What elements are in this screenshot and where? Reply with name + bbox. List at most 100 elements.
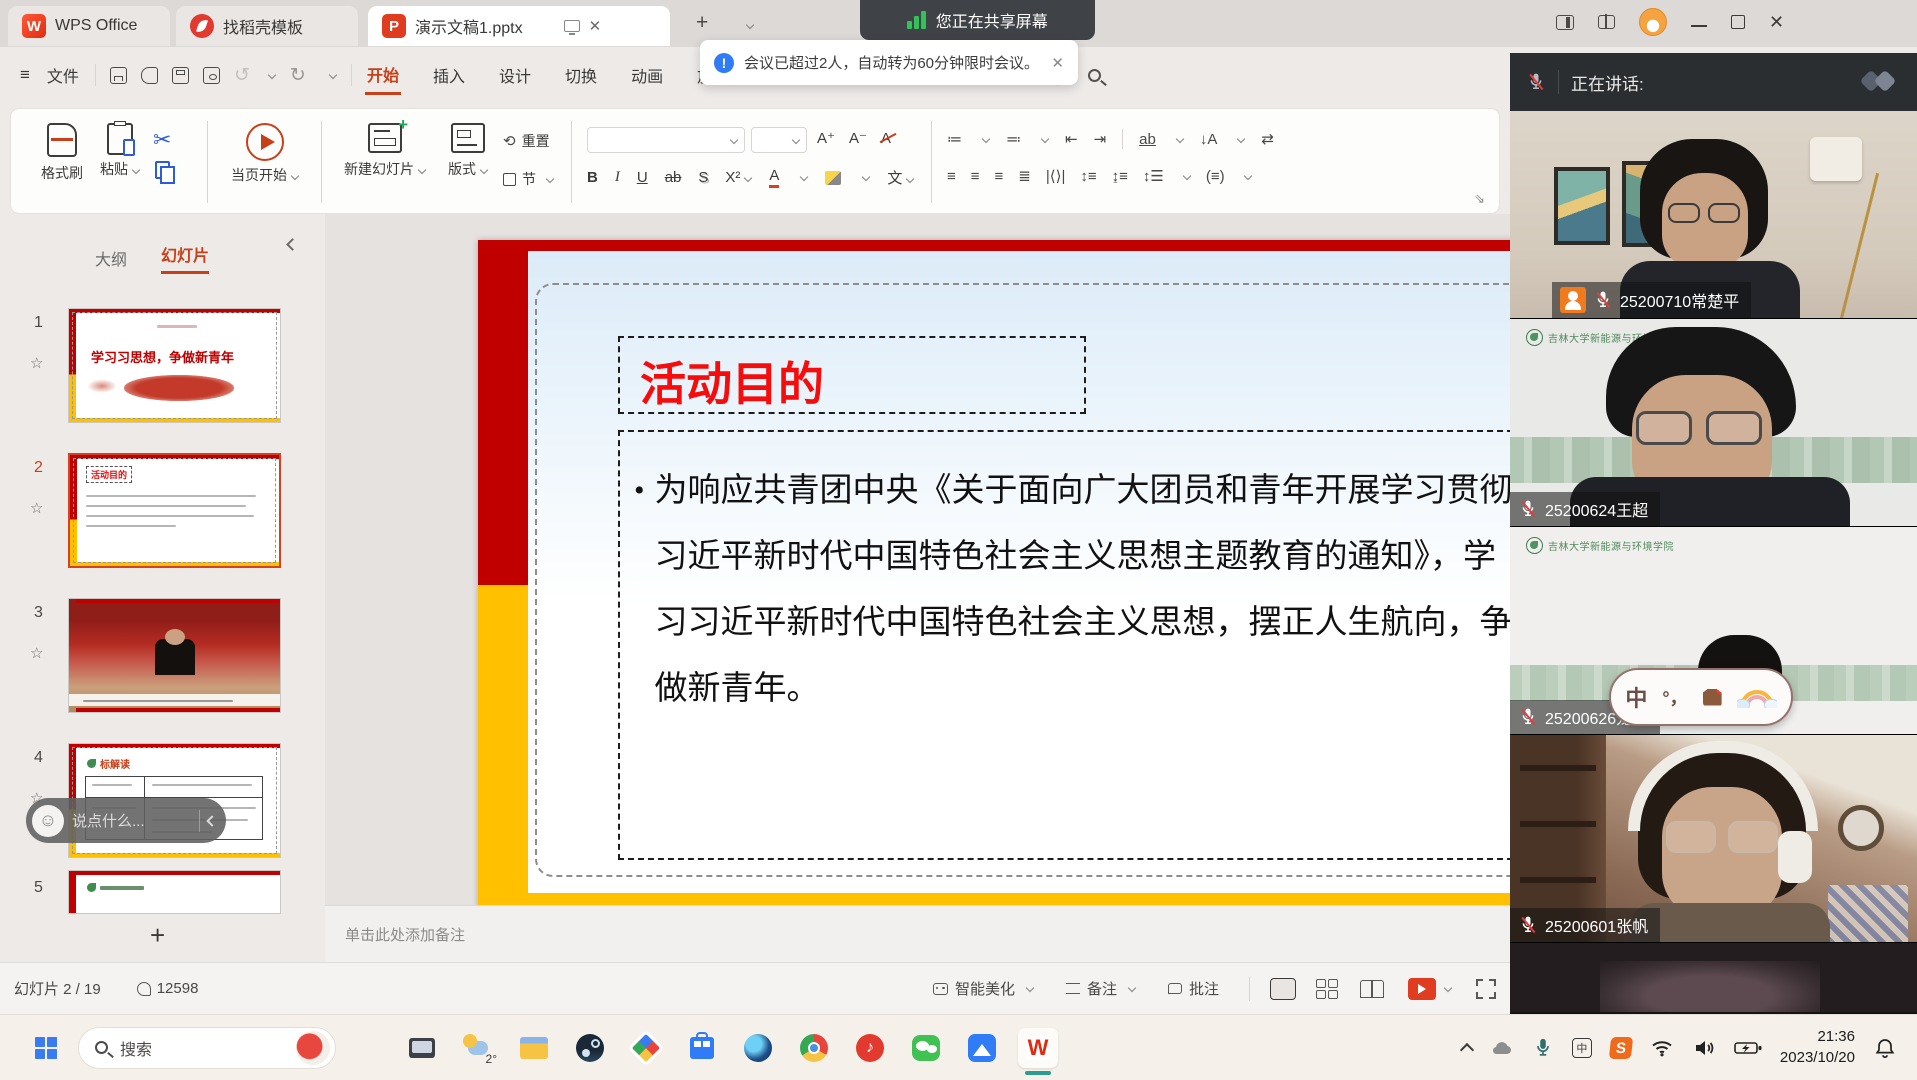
slide-thumbnail-2-selected[interactable]: 活动目的 (68, 453, 281, 568)
line-spacing-chevron-icon[interactable] (1184, 173, 1191, 180)
increase-indent-icon[interactable]: ⇥ (1094, 130, 1107, 148)
minimize-icon[interactable] (1691, 25, 1707, 27)
decrease-font-icon[interactable]: A⁻ (849, 129, 867, 147)
font-color-chevron-icon[interactable] (801, 174, 808, 181)
format-painter-button[interactable]: 格式刷 (39, 123, 85, 183)
video-tile-participant-5[interactable] (1510, 942, 1917, 1012)
new-tab-button[interactable]: + (696, 11, 708, 35)
weather-widget-icon[interactable]: 2° (458, 1028, 498, 1068)
new-slide-button[interactable]: + 新建幻灯片 (339, 123, 431, 179)
ime-punctuation-mode[interactable]: °， (1662, 684, 1687, 710)
reset-button[interactable]: ⟲ 重置 (503, 131, 550, 151)
print-icon[interactable] (172, 67, 189, 84)
superscript-button[interactable]: X² (725, 169, 752, 186)
slide-sorter-view-icon[interactable] (1316, 979, 1340, 999)
search-icon[interactable] (1088, 69, 1101, 82)
tray-expand-chevron-icon[interactable] (1460, 1042, 1474, 1056)
sogou-input-icon[interactable]: S (1609, 1037, 1633, 1059)
italic-button[interactable]: I (615, 169, 620, 186)
line-spacing-decrease-icon[interactable]: ↨≡ (1112, 168, 1128, 185)
ime-indicator-icon[interactable]: 中 (1572, 1038, 1592, 1058)
maximize-icon[interactable] (1731, 15, 1745, 29)
text-direction-button[interactable]: ↓A (1200, 131, 1218, 148)
ribbon-expander-icon[interactable]: ⇘ (1474, 191, 1485, 207)
chat-placeholder[interactable]: 说点什么... (72, 810, 145, 831)
slide-thumbnail-1[interactable]: 学习习思想，争做新青年 (68, 308, 281, 423)
strikethrough-button[interactable]: ab (665, 169, 682, 186)
pinyin-guide-button[interactable]: 文 (887, 167, 914, 188)
tab-document[interactable]: P 演示文稿1.pptx ✕ (368, 6, 670, 46)
numbered-list-button[interactable]: ≕ (1006, 130, 1021, 148)
bullet-list-button[interactable]: ≔ (947, 130, 962, 148)
share-monitor-icon[interactable] (564, 20, 580, 32)
normal-view-icon[interactable] (1270, 978, 1296, 1000)
search-highlight-image[interactable] (296, 1031, 330, 1065)
columns-icon[interactable]: |⟨⟩| (1046, 167, 1066, 185)
emoji-avatar-icon[interactable]: ☺ (32, 805, 64, 837)
font-family-combo[interactable] (587, 127, 745, 153)
line-spacing-increase-icon[interactable]: ↕≡ (1080, 168, 1096, 185)
section-button[interactable]: 节 (503, 169, 554, 189)
ime-toolbar[interactable]: 中 °， (1609, 668, 1793, 726)
comments-button[interactable]: 批注 (1168, 978, 1219, 999)
layout-button[interactable]: 版式 (439, 123, 497, 179)
steam-app-icon[interactable] (570, 1028, 610, 1068)
side-panel-icon[interactable] (1556, 15, 1574, 30)
paragraph-settings-chevron-icon[interactable] (1245, 173, 1252, 180)
clear-format-icon[interactable]: A (881, 130, 891, 147)
notes-bar[interactable]: 单击此处添加备注 (325, 905, 1510, 962)
save-icon[interactable] (110, 67, 127, 84)
taskbar-clock[interactable]: 21:36 2023/10/20 (1780, 1027, 1855, 1068)
menu-tab-animation[interactable]: 动画 (629, 57, 665, 93)
paragraph-settings-button[interactable]: (≡) (1206, 168, 1225, 185)
bold-button[interactable]: B (587, 169, 598, 186)
reading-view-icon[interactable] (1360, 980, 1384, 998)
menu-file[interactable]: 文件 (45, 57, 81, 93)
bullet-list-chevron-icon[interactable] (983, 136, 990, 143)
cut-icon[interactable]: ✂ (153, 127, 171, 153)
menu-tab-transition[interactable]: 切换 (563, 57, 599, 93)
undo-icon[interactable]: ↺ (234, 64, 250, 87)
taskbar-search-box[interactable]: 搜索 (78, 1027, 336, 1069)
collapse-chat-icon[interactable] (206, 815, 217, 826)
font-color-button[interactable]: A (769, 167, 779, 188)
slideshow-play-button[interactable] (1408, 978, 1452, 1000)
paste-button[interactable]: 粘贴 (97, 123, 143, 179)
wps-taskbar-icon[interactable]: W (1018, 1028, 1058, 1068)
replace-button[interactable]: ⇄ (1261, 130, 1274, 148)
slide-thumbnail-5[interactable] (68, 870, 281, 914)
close-tab-icon[interactable]: ✕ (589, 17, 602, 35)
align-left-icon[interactable]: ≡ (947, 168, 956, 185)
redo-icon[interactable]: ↻ (290, 64, 306, 87)
character-spacing-button[interactable]: ab (1139, 131, 1156, 148)
video-tile-participant-1[interactable]: 25200710常楚平 (1510, 111, 1917, 318)
star-icon[interactable] (30, 644, 43, 662)
netease-music-icon[interactable]: ♪ (850, 1028, 890, 1068)
rainbow-weather-icon[interactable] (1737, 686, 1777, 708)
add-slide-button[interactable]: + (150, 920, 165, 951)
copy-icon[interactable] (155, 161, 170, 179)
star-icon[interactable] (30, 354, 43, 372)
beans-counter[interactable]: 12598 (137, 980, 199, 997)
chrome-app-icon[interactable] (794, 1028, 834, 1068)
body-placeholder[interactable]: • 为响应共青团中央《关于面向广大团员和青年开展学习贯彻 习近平新时代中国特色社… (618, 430, 1510, 860)
numbered-list-chevron-icon[interactable] (1042, 136, 1049, 143)
menu-tab-home[interactable]: 开始 (365, 56, 401, 95)
play-from-current-button[interactable]: 当页开始 (226, 123, 304, 185)
microsoft-store-icon[interactable] (682, 1028, 722, 1068)
gift-box-icon[interactable] (1598, 15, 1615, 29)
undo-chevron-icon[interactable] (269, 72, 276, 79)
export-pdf-icon[interactable] (141, 67, 158, 84)
edge-dev-app-icon[interactable] (738, 1028, 778, 1068)
battery-charging-icon[interactable] (1734, 1039, 1762, 1057)
video-tile-participant-2[interactable]: 吉林大学新能源与环境学院 25200624王超 (1510, 318, 1917, 526)
highlight-chevron-icon[interactable] (863, 174, 870, 181)
font-size-combo[interactable] (751, 127, 807, 153)
windows-start-button[interactable] (26, 1028, 66, 1068)
tab-wps-home[interactable]: W WPS Office (8, 6, 170, 46)
title-placeholder[interactable]: 活动目的 (618, 336, 1086, 414)
tab-list-chevron-icon[interactable] (742, 16, 754, 34)
toast-close-icon[interactable]: ✕ (1051, 54, 1064, 72)
video-tile-participant-4[interactable]: 25200601张帆 (1510, 734, 1917, 942)
character-spacing-chevron-icon[interactable] (1177, 136, 1184, 143)
